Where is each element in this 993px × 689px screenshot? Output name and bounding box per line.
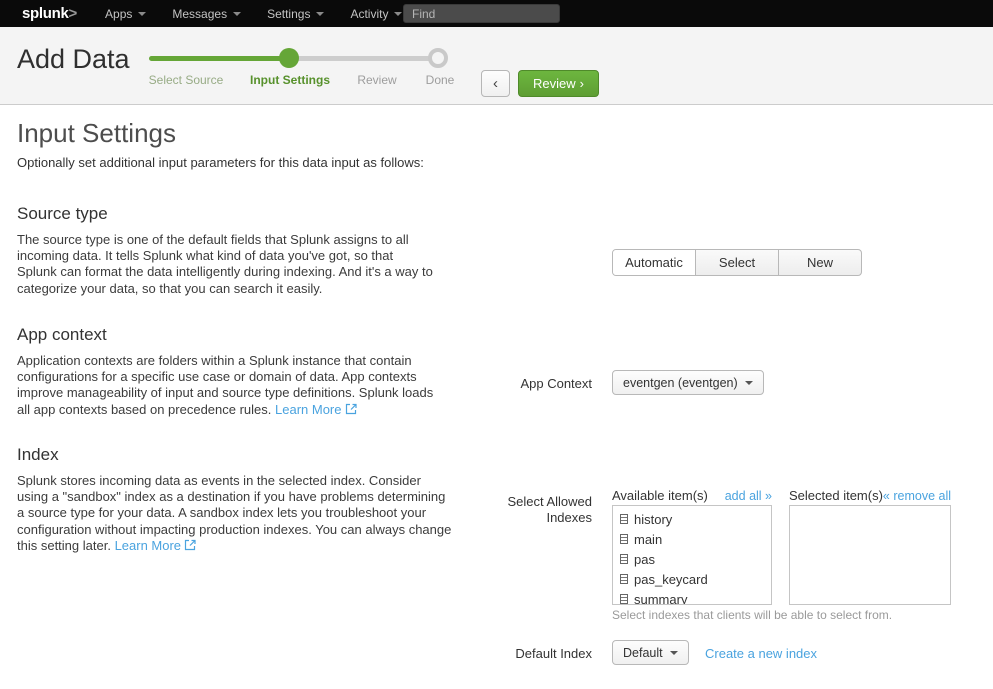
- nav-menu-settings-label: Settings: [267, 7, 310, 21]
- chevron-down-icon: [138, 12, 146, 16]
- app-context-learn-more-link[interactable]: Learn More: [275, 402, 341, 417]
- chevron-down-icon: [745, 381, 753, 385]
- index-doc-icon: [620, 594, 628, 604]
- index-learn-more-link[interactable]: Learn More: [115, 538, 181, 553]
- stepper-current-dot: [279, 48, 299, 68]
- source-type-button-group: Automatic Select New: [612, 249, 862, 276]
- app-context-field-label: App Context: [470, 376, 592, 392]
- progress-stepper: Select Source Input Settings Review Done: [149, 27, 449, 105]
- top-navbar: splunk> Apps Messages Settings Activity: [0, 0, 993, 27]
- create-new-index-link[interactable]: Create a new index: [705, 646, 817, 661]
- list-item-pas-keycard[interactable]: pas_keycard: [613, 569, 771, 589]
- chevron-down-icon: [316, 12, 324, 16]
- app-context-description-text: Application contexts are folders within …: [17, 353, 433, 417]
- app-context-dropdown[interactable]: eventgen (eventgen): [612, 370, 764, 395]
- indexes-helper-text: Select indexes that clients will be able…: [612, 608, 892, 622]
- external-link-icon: [184, 539, 196, 551]
- index-doc-icon: [620, 554, 628, 564]
- nav-menu-messages-label: Messages: [172, 7, 227, 21]
- top-nav-menus: Apps Messages Settings Activity: [92, 0, 415, 27]
- index-doc-icon: [620, 534, 628, 544]
- default-index-label: Default Index: [470, 646, 592, 662]
- default-index-dropdown[interactable]: Default: [612, 640, 689, 665]
- chevron-left-icon: ‹: [493, 75, 498, 92]
- index-doc-icon: [620, 514, 628, 524]
- wizard-header: Add Data Select Source Input Settings Re…: [0, 27, 993, 105]
- chevron-right-icon: ›: [580, 76, 584, 91]
- list-item-main[interactable]: main: [613, 529, 771, 549]
- source-type-select-button[interactable]: Select: [695, 250, 778, 275]
- nav-menu-messages[interactable]: Messages: [159, 0, 254, 27]
- available-items-listbox: history main pas pas_keycard summary: [612, 505, 772, 605]
- chevron-down-icon: [233, 12, 241, 16]
- list-item-label: summary: [634, 592, 687, 606]
- list-item-pas[interactable]: pas: [613, 549, 771, 569]
- list-item-label: pas: [634, 552, 655, 567]
- chevron-down-icon: [394, 12, 402, 16]
- add-all-link[interactable]: add all »: [725, 489, 772, 503]
- app-context-description: Application contexts are folders within …: [17, 353, 445, 418]
- remove-all-link[interactable]: « remove all: [883, 489, 951, 503]
- selected-items-listbox: [789, 505, 951, 605]
- step-review: Review: [357, 73, 396, 87]
- app-context-dropdown-value: eventgen (eventgen): [623, 376, 738, 390]
- selected-items-title: Selected item(s): [789, 488, 883, 503]
- index-description-text: Splunk stores incoming data as events in…: [17, 473, 451, 553]
- stepper-remaining-bar: [290, 56, 438, 61]
- nav-menu-activity-label: Activity: [350, 7, 388, 21]
- nav-menu-apps[interactable]: Apps: [92, 0, 159, 27]
- list-item-history[interactable]: history: [613, 509, 771, 529]
- default-index-dropdown-value: Default: [623, 646, 663, 660]
- splunk-logo[interactable]: splunk>: [22, 5, 77, 22]
- list-item-label: main: [634, 532, 662, 547]
- app-context-heading: App context: [17, 325, 107, 345]
- splunk-add-data-page: splunk> Apps Messages Settings Activity …: [0, 0, 993, 689]
- selected-items-header: Selected item(s) « remove all: [789, 488, 951, 503]
- select-allowed-indexes-label: Select Allowed Indexes: [470, 494, 592, 526]
- step-select-source: Select Source: [149, 73, 224, 87]
- available-items-header: Available item(s) add all »: [612, 488, 772, 503]
- splunk-logo-text: splunk: [22, 5, 69, 22]
- nav-menu-settings[interactable]: Settings: [254, 0, 337, 27]
- find-search-input[interactable]: [403, 4, 560, 23]
- index-heading: Index: [17, 445, 59, 465]
- review-button[interactable]: Review ›: [518, 70, 599, 97]
- step-input-settings: Input Settings: [250, 73, 330, 87]
- stepper-done-ring: [428, 48, 448, 68]
- splunk-logo-caret: >: [69, 5, 77, 22]
- review-button-label: Review: [533, 76, 576, 91]
- list-item-summary[interactable]: summary: [613, 589, 771, 605]
- wizard-title: Add Data: [17, 44, 130, 75]
- step-done: Done: [426, 73, 455, 87]
- stepper-completed-bar: [149, 56, 290, 61]
- index-doc-icon: [620, 574, 628, 584]
- page-subtitle: Optionally set additional input paramete…: [17, 155, 424, 170]
- source-type-new-button[interactable]: New: [778, 250, 861, 275]
- index-description: Splunk stores incoming data as events in…: [17, 473, 455, 554]
- page-title: Input Settings: [17, 118, 176, 149]
- source-type-heading: Source type: [17, 204, 108, 224]
- available-items-title: Available item(s): [612, 488, 708, 503]
- chevron-down-icon: [670, 651, 678, 655]
- source-type-description: The source type is one of the default fi…: [17, 232, 433, 297]
- nav-menu-apps-label: Apps: [105, 7, 132, 21]
- back-button[interactable]: ‹: [481, 70, 510, 97]
- external-link-icon: [345, 403, 357, 415]
- list-item-label: pas_keycard: [634, 572, 708, 587]
- list-item-label: history: [634, 512, 672, 527]
- source-type-automatic-button[interactable]: Automatic: [613, 250, 695, 275]
